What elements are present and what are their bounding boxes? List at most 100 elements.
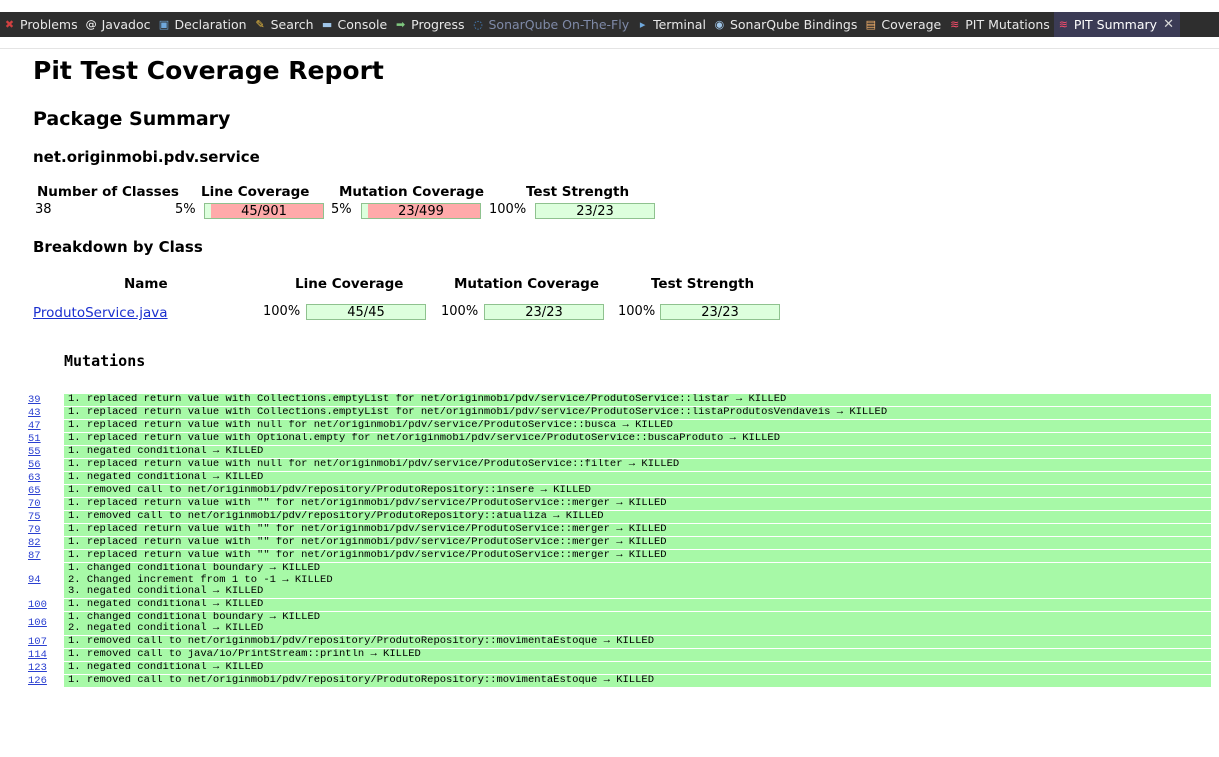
mutation-description: 1. removed call to net/originmobi/pdv/re…: [64, 635, 1211, 648]
mutation-description: 1. negated conditional → KILLED: [64, 661, 1211, 674]
mutation-row: 51 1. replaced return value with Optional…: [28, 433, 1211, 445]
mutations-heading: Mutations: [64, 352, 146, 370]
class-link-produtoservice[interactable]: ProdutoService.java: [33, 305, 168, 321]
mutation-line-link[interactable]: 70: [28, 498, 64, 510]
header-mutation-coverage: Mutation Coverage: [339, 184, 484, 200]
mutation-row: 55 1. negated conditional → KILLED: [28, 446, 1211, 458]
mutation-description: 1. changed conditional boundary → KILLED…: [64, 563, 1211, 598]
mutation-row: 106 1. changed conditional boundary → KIL…: [28, 611, 1211, 635]
mutation-row: 94 1. changed conditional boundary → KILL…: [28, 563, 1211, 598]
class-mutation-percent: 100%: [441, 304, 479, 319]
tab-label: PIT Mutations: [965, 17, 1050, 32]
mutation-row: 43 1. replaced return value with Collecti…: [28, 407, 1211, 419]
close-icon[interactable]: ✕: [1163, 17, 1174, 32]
tab-terminal[interactable]: ▸ Terminal: [633, 12, 710, 37]
mutation-line-link[interactable]: 63: [28, 472, 64, 484]
class-strength-ratio: 23/23: [701, 305, 739, 320]
tab-label: Javadoc: [101, 17, 151, 32]
mutations-table: 39 1. replaced return value with Collecti…: [28, 394, 1211, 688]
line-coverage-percent: 5%: [175, 202, 196, 217]
breakdown-header-name: Name: [124, 276, 168, 292]
mutation-description: 1. replaced return value with null for n…: [64, 459, 1211, 471]
mutation-row: 107 1. removed call to net/originmobi/pdv…: [28, 635, 1211, 648]
tab-label: Problems: [20, 17, 78, 32]
tab-console[interactable]: ▬ Console: [318, 12, 392, 37]
breakdown-header-mutation: Mutation Coverage: [454, 276, 599, 292]
test-strength-ratio: 23/23: [576, 204, 614, 219]
tab-pit-summary[interactable]: ≋ PIT Summary ✕: [1053, 12, 1180, 37]
tab-label: Console: [337, 17, 388, 32]
mutation-row: 39 1. replaced return value with Collecti…: [28, 394, 1211, 406]
mutation-description: 1. replaced return value with Optional.e…: [64, 433, 1211, 445]
line-coverage-bar: 45/901: [204, 203, 324, 219]
tab-label: PIT Summary: [1073, 17, 1158, 32]
mutation-description: 1. replaced return value with "" for net…: [64, 550, 1211, 562]
tab-progress[interactable]: ➡ Progress: [391, 12, 468, 37]
tab-javadoc[interactable]: @ Javadoc: [82, 12, 155, 37]
mutation-line-link[interactable]: 94: [28, 563, 64, 598]
mutation-description: 1. replaced return value with null for n…: [64, 420, 1211, 432]
mutation-description: 1. negated conditional → KILLED: [64, 472, 1211, 484]
mutation-line-link[interactable]: 55: [28, 446, 64, 458]
mutation-line-link[interactable]: 100: [28, 599, 64, 611]
class-line-percent: 100%: [263, 304, 301, 319]
header-line-coverage: Line Coverage: [201, 184, 310, 200]
view-tab-bar: ✖ Problems @ Javadoc ▣ Declaration ✎ Search ▬ Con…: [0, 0, 1219, 49]
mutation-description: 1. removed call to net/originmobi/pdv/re…: [64, 511, 1211, 523]
mutation-line-link[interactable]: 82: [28, 537, 64, 549]
mutation-line-link[interactable]: 75: [28, 511, 64, 523]
mutation-line-link[interactable]: 79: [28, 524, 64, 536]
sonarqube-icon: ◌: [473, 18, 483, 31]
mutation-coverage-fill: [362, 204, 368, 218]
mutation-line-link[interactable]: 126: [28, 675, 64, 687]
breakdown-heading: Breakdown by Class: [33, 238, 203, 256]
mutation-line-link[interactable]: 107: [28, 636, 64, 648]
tab-pit-mutations[interactable]: ≋ PIT Mutations: [945, 12, 1054, 37]
mutation-row: 126 1. removed call to net/originmobi/pdv…: [28, 674, 1211, 687]
mutation-line-link[interactable]: 87: [28, 550, 64, 562]
pit-icon: ≋: [950, 18, 960, 31]
mutation-line-link[interactable]: 114: [28, 649, 64, 661]
console-icon: ▬: [321, 18, 333, 31]
mutation-line-link[interactable]: 56: [28, 459, 64, 471]
class-strength-percent: 100%: [618, 304, 656, 319]
tab-label: Terminal: [653, 17, 706, 32]
mutation-description: 1. changed conditional boundary → KILLED…: [64, 611, 1211, 635]
mutation-coverage-ratio: 23/499: [398, 204, 444, 219]
mutation-line-link[interactable]: 106: [28, 612, 64, 635]
mutation-line-link[interactable]: 65: [28, 485, 64, 497]
mutation-line-link[interactable]: 43: [28, 407, 64, 419]
tab-problems[interactable]: ✖ Problems: [0, 12, 82, 37]
mutation-line-link[interactable]: 39: [28, 394, 64, 406]
report-title: Pit Test Coverage Report: [33, 56, 384, 85]
mutation-description: 1. replaced return value with "" for net…: [64, 498, 1211, 510]
mutation-row: 70 1. replaced return value with "" for n…: [28, 498, 1211, 510]
mutation-row: 123 1. negated conditional → KILLED: [28, 661, 1211, 674]
mutation-line-link[interactable]: 123: [28, 662, 64, 674]
line-coverage-ratio: 45/901: [241, 204, 287, 219]
test-strength-bar: 23/23: [535, 203, 655, 219]
mutation-line-link[interactable]: 51: [28, 433, 64, 445]
tab-sonarqube-bindings[interactable]: ◉ SonarQube Bindings: [710, 12, 861, 37]
tab-coverage[interactable]: ▤ Coverage: [861, 12, 945, 37]
search-icon: ✎: [255, 18, 265, 31]
test-strength-percent: 100%: [489, 202, 527, 217]
class-strength-bar: 23/23: [660, 304, 780, 320]
javadoc-icon: @: [85, 18, 97, 31]
mutation-description: 1. replaced return value with Collection…: [64, 394, 1211, 406]
tab-declaration[interactable]: ▣ Declaration: [154, 12, 250, 37]
tab-sonarqube-on-the-fly[interactable]: ◌ SonarQube On-The-Fly: [469, 12, 634, 37]
tab-search[interactable]: ✎ Search: [251, 12, 318, 37]
problems-icon: ✖: [4, 18, 15, 31]
breakdown-header-line: Line Coverage: [295, 276, 404, 292]
progress-icon: ➡: [396, 18, 406, 31]
mutation-row: 114 1. removed call to java/io/PrintStrea…: [28, 648, 1211, 661]
tab-strip: ✖ Problems @ Javadoc ▣ Declaration ✎ Search ▬ Con…: [0, 12, 1219, 37]
number-of-classes-value: 38: [35, 202, 52, 217]
mutation-row: 82 1. replaced return value with "" for n…: [28, 537, 1211, 549]
mutation-description: 1. negated conditional → KILLED: [64, 446, 1211, 458]
mutation-description: 1. replaced return value with "" for net…: [64, 524, 1211, 536]
mutation-description: 1. negated conditional → KILLED: [64, 598, 1211, 611]
mutation-line-link[interactable]: 47: [28, 420, 64, 432]
mutation-description: 1. replaced return value with Collection…: [64, 407, 1211, 419]
